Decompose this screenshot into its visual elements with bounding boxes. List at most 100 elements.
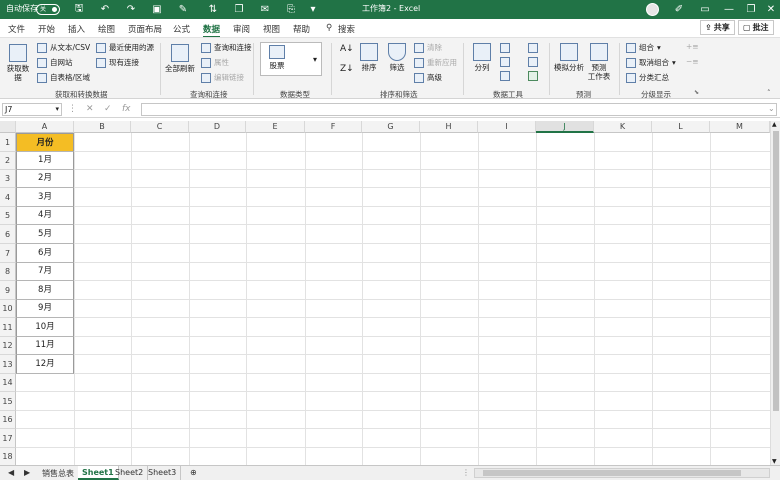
scroll-down-icon[interactable]: ▼ xyxy=(772,458,777,465)
relationships-icon[interactable] xyxy=(528,57,538,67)
sort-ascending-icon[interactable]: A↓ xyxy=(340,44,354,54)
sort-descending-icon[interactable]: Z↓ xyxy=(340,64,354,74)
column-a-header-cell[interactable]: 月份 xyxy=(16,133,74,152)
month-cell[interactable]: 9月 xyxy=(16,300,74,318)
dialog-launcher-icon[interactable]: ⬊ xyxy=(694,89,699,96)
column-header-j[interactable]: J xyxy=(536,121,594,133)
format-painter-icon[interactable]: ✎ xyxy=(176,2,190,16)
month-cell[interactable]: 1月 xyxy=(16,152,74,170)
email-icon[interactable]: ✉ xyxy=(258,2,272,16)
column-header-e[interactable]: E xyxy=(246,121,305,133)
scroll-up-icon[interactable]: ▲ xyxy=(772,121,777,128)
close-icon[interactable]: ✕ xyxy=(764,2,778,16)
column-header-b[interactable]: B xyxy=(74,121,131,133)
tab-data[interactable]: 数据 xyxy=(203,23,221,38)
tab-insert[interactable]: 插入 xyxy=(68,23,85,35)
tab-help[interactable]: 帮助 xyxy=(293,23,310,35)
sort-icon[interactable]: ⇅ xyxy=(206,2,220,16)
column-header-k[interactable]: K xyxy=(594,121,652,133)
row-header-3[interactable]: 3 xyxy=(0,170,16,188)
worksheet-grid[interactable]: A B C D E F G H I J K L M 1 月份 2 1月 3 2月 4 3月 5 4… xyxy=(0,121,780,465)
existing-connections-button[interactable]: 现有连接 xyxy=(96,57,139,68)
sort-button[interactable]: 排序 xyxy=(358,43,380,72)
minimize-icon[interactable]: — xyxy=(722,2,736,16)
text-to-columns-button[interactable]: 分列 xyxy=(471,43,493,72)
select-all-corner[interactable] xyxy=(0,121,16,133)
undo-icon[interactable]: ↶ xyxy=(98,2,112,16)
column-header-f[interactable]: F xyxy=(305,121,362,133)
tab-file[interactable]: 文件 xyxy=(8,23,25,35)
row-header-1[interactable]: 1 xyxy=(0,133,16,152)
month-cell[interactable]: 5月 xyxy=(16,225,74,244)
subtotal-button[interactable]: 分类汇总 xyxy=(626,72,669,83)
advanced-filter-button[interactable]: 高级 xyxy=(414,72,442,83)
tab-home[interactable]: 开始 xyxy=(38,23,55,35)
month-cell[interactable]: 10月 xyxy=(16,318,74,337)
group-button[interactable]: 组合 ▾ xyxy=(626,42,661,53)
prev-sheet-icon[interactable]: ◀ xyxy=(4,466,18,480)
name-box-dropdown-icon[interactable]: ▾ xyxy=(55,104,59,115)
row-header-14[interactable]: 14 xyxy=(0,374,16,392)
search-label[interactable]: 搜索 xyxy=(338,23,355,35)
tab-review[interactable]: 审阅 xyxy=(233,23,250,35)
more-icon[interactable]: ▾ xyxy=(306,2,320,16)
column-header-i[interactable]: I xyxy=(478,121,536,133)
copy-icon[interactable]: ❐ xyxy=(232,2,246,16)
pen-icon[interactable]: ✐ xyxy=(672,2,686,16)
row-header-8[interactable]: 8 xyxy=(0,263,16,281)
row-header-13[interactable]: 13 xyxy=(0,355,16,374)
column-header-l[interactable]: L xyxy=(652,121,710,133)
data-validation-icon[interactable] xyxy=(500,71,510,81)
redo-icon[interactable]: ↷ xyxy=(124,2,138,16)
horizontal-scrollbar[interactable] xyxy=(474,468,770,478)
row-header-9[interactable]: 9 xyxy=(0,281,16,300)
data-model-icon[interactable] xyxy=(528,71,538,81)
what-if-analysis-button[interactable]: 模拟分析 xyxy=(554,43,584,72)
queries-connections-button[interactable]: 查询和连接 xyxy=(201,42,252,53)
horizontal-scroll-thumb[interactable] xyxy=(483,470,741,476)
save-icon[interactable]: 🖫 xyxy=(72,2,86,16)
month-cell[interactable]: 8月 xyxy=(16,281,74,300)
row-header-7[interactable]: 7 xyxy=(0,244,16,263)
expand-formula-icon[interactable]: ⌄ xyxy=(768,104,775,113)
cancel-icon[interactable]: ✕ xyxy=(86,104,94,114)
row-header-10[interactable]: 10 xyxy=(0,300,16,318)
sheet-tab-sales-summary[interactable]: 销售总表 xyxy=(38,466,79,480)
vertical-scrollbar[interactable]: ▲ ▼ xyxy=(770,121,780,465)
row-header-6[interactable]: 6 xyxy=(0,225,16,244)
collapse-ribbon-icon[interactable]: ˄ xyxy=(767,89,771,97)
recent-sources-button[interactable]: 最近使用的源 xyxy=(96,42,154,53)
account-avatar[interactable] xyxy=(646,3,659,16)
share-button[interactable]: ⇪ 共享 xyxy=(700,20,735,35)
search-icon[interactable]: ⚲ xyxy=(326,23,332,33)
column-header-g[interactable]: G xyxy=(362,121,420,133)
row-header-17[interactable]: 17 xyxy=(0,429,16,448)
row-header-2[interactable]: 2 xyxy=(0,152,16,170)
tab-view[interactable]: 视图 xyxy=(263,23,280,35)
from-table-button[interactable]: 自表格/区域 xyxy=(37,72,90,83)
column-header-a[interactable]: A xyxy=(16,121,74,133)
print-preview-icon[interactable]: ▣ xyxy=(150,2,164,16)
sheet-tab-sheet3[interactable]: Sheet3 xyxy=(144,466,182,480)
from-web-button[interactable]: 自网站 xyxy=(37,57,73,68)
forecast-sheet-button[interactable]: 预测 工作表 xyxy=(586,43,612,81)
row-header-15[interactable]: 15 xyxy=(0,392,16,411)
column-header-h[interactable]: H xyxy=(420,121,478,133)
from-text-csv-button[interactable]: 从文本/CSV xyxy=(37,42,90,53)
row-header-18[interactable]: 18 xyxy=(0,448,16,465)
row-header-16[interactable]: 16 xyxy=(0,411,16,429)
tab-page-layout[interactable]: 页面布局 xyxy=(128,23,162,35)
row-header-11[interactable]: 11 xyxy=(0,318,16,337)
gallery-dropdown-icon[interactable]: ▾ xyxy=(313,55,317,64)
add-sheet-icon[interactable]: ⊕ xyxy=(186,466,201,480)
enter-icon[interactable]: ✓ xyxy=(104,104,112,114)
month-cell[interactable]: 7月 xyxy=(16,263,74,281)
comments-button[interactable]: ▢ 批注 xyxy=(738,20,774,35)
next-sheet-icon[interactable]: ▶ xyxy=(20,466,34,480)
ribbon-display-icon[interactable]: ▭ xyxy=(698,2,712,16)
hide-detail-icon[interactable]: −≡ xyxy=(686,57,699,66)
remove-duplicates-icon[interactable] xyxy=(500,57,510,67)
properties-button[interactable]: 属性 xyxy=(201,57,229,68)
restore-icon[interactable]: ❐ xyxy=(744,2,758,16)
month-cell[interactable]: 2月 xyxy=(16,170,74,188)
